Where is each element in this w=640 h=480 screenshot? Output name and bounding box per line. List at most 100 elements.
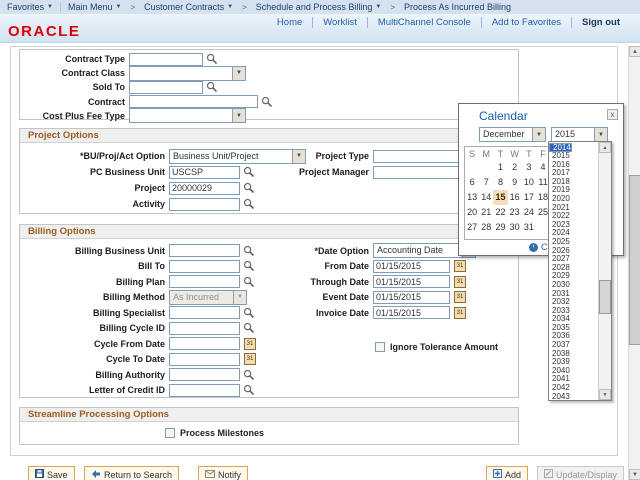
breadcrumb-item-favorites[interactable]: Favorites▼ <box>0 0 60 14</box>
billing-business-unit-input[interactable] <box>169 244 240 257</box>
cycle-to-date-input[interactable] <box>169 353 240 366</box>
billing-cycle-id-label: Billing Cycle ID <box>20 323 169 333</box>
calendar-icon[interactable]: 31 <box>454 291 466 303</box>
calendar-day[interactable]: 22 <box>493 205 507 220</box>
lookup-icon[interactable] <box>243 166 255 178</box>
calendar-day-selected[interactable]: 15 <box>493 190 507 205</box>
lookup-icon[interactable] <box>243 245 255 257</box>
lookup-icon[interactable] <box>261 96 273 108</box>
calendar-day[interactable]: 24 <box>522 205 536 220</box>
calendar-day[interactable]: 31 <box>522 220 536 235</box>
oracle-logo: ORACLE <box>8 23 80 40</box>
nav-multichannel-console[interactable]: MultiChannel Console <box>367 17 481 28</box>
nav-worklist[interactable]: Worklist <box>312 17 367 28</box>
lookup-icon[interactable] <box>243 276 255 288</box>
calendar-day[interactable]: 28 <box>479 220 493 235</box>
chevron-down-icon[interactable]: ▼ <box>594 128 607 141</box>
lookup-icon[interactable] <box>243 260 255 272</box>
scroll-down-icon[interactable]: ▼ <box>599 389 611 400</box>
event-date-input[interactable]: 01/15/2015 <box>373 291 450 304</box>
calendar-day[interactable]: 14 <box>479 190 493 205</box>
month-select[interactable]: December ▼ <box>479 127 546 142</box>
project-input[interactable]: 20000029 <box>169 182 240 195</box>
calendar-day[interactable]: 8 <box>493 175 507 190</box>
breadcrumb-item-schedule-and-process-billing[interactable]: Schedule and Process Billing▼ <box>249 0 389 14</box>
lookup-icon[interactable] <box>206 53 218 65</box>
calendar-day[interactable]: 23 <box>508 205 522 220</box>
bill-to-input[interactable] <box>169 260 240 273</box>
pc-business-unit-input[interactable]: USCSP <box>169 166 240 179</box>
breadcrumb: Favorites▼Main Menu▼>Customer Contracts▼… <box>0 0 640 14</box>
calendar-day[interactable]: 6 <box>465 175 479 190</box>
current-date-icon[interactable]: ‹ <box>529 243 538 252</box>
nav-sign-out[interactable]: Sign out <box>571 17 630 28</box>
lookup-icon[interactable] <box>243 307 255 319</box>
close-icon[interactable]: x <box>607 109 618 120</box>
calendar-day[interactable]: 7 <box>479 175 493 190</box>
nav-home[interactable]: Home <box>267 17 312 28</box>
calendar-icon[interactable]: 31 <box>454 260 466 272</box>
notify-button[interactable]: Notify <box>198 466 248 480</box>
contract-type-input[interactable] <box>129 53 203 66</box>
year-list-scrollbar[interactable]: ▲ ▼ <box>598 142 611 400</box>
lookup-icon[interactable] <box>206 81 218 93</box>
year-list-scrollbar-thumb[interactable] <box>599 280 611 314</box>
page-scrollbar[interactable]: ▲ ▼ <box>628 46 640 480</box>
calendar-day[interactable]: 27 <box>465 220 479 235</box>
invoice-date-input[interactable]: 01/15/2015 <box>373 306 450 319</box>
billing-plan-input[interactable] <box>169 275 240 288</box>
calendar-day[interactable]: 21 <box>479 205 493 220</box>
through-date-input[interactable]: 01/15/2015 <box>373 275 450 288</box>
from-date-input[interactable]: 01/15/2015 <box>373 260 450 273</box>
nav-add-to-favorites[interactable]: Add to Favorites <box>481 17 571 28</box>
letter-of-credit-id-input[interactable] <box>169 384 240 397</box>
year-option-2043[interactable]: 2043 <box>549 393 599 400</box>
calendar-day[interactable]: 3 <box>522 160 536 175</box>
activity-input[interactable] <box>169 198 240 211</box>
scroll-down-icon[interactable]: ▼ <box>629 469 640 480</box>
lookup-icon[interactable] <box>243 198 255 210</box>
calendar-icon[interactable]: 31 <box>244 353 256 365</box>
billing-authority-input[interactable] <box>169 368 240 381</box>
sold-to-input[interactable] <box>129 81 203 94</box>
contract-class-select[interactable]: ▼ <box>129 66 246 81</box>
return-to-search-button[interactable]: Return to Search <box>84 466 179 480</box>
calendar-day[interactable]: 30 <box>508 220 522 235</box>
breadcrumb-item-main-menu[interactable]: Main Menu▼ <box>61 0 128 14</box>
calendar-day[interactable]: 13 <box>465 190 479 205</box>
chevron-down-icon[interactable]: ▼ <box>232 109 245 122</box>
page-scrollbar-thumb[interactable] <box>629 175 640 345</box>
calendar-day[interactable]: 29 <box>493 220 507 235</box>
billing-specialist-input[interactable] <box>169 306 240 319</box>
calendar-day[interactable]: 16 <box>508 190 522 205</box>
breadcrumb-item-customer-contracts[interactable]: Customer Contracts▼ <box>137 0 240 14</box>
chevron-down-icon[interactable]: ▼ <box>532 128 545 141</box>
year-select[interactable]: 2015 ▼ <box>551 127 608 142</box>
day-header: W <box>508 147 522 160</box>
lookup-icon[interactable] <box>243 384 255 396</box>
breadcrumb-item-process-as-incurred-billing[interactable]: Process As Incurred Billing <box>397 0 518 14</box>
calendar-day[interactable]: 10 <box>522 175 536 190</box>
cycle-from-date-input[interactable] <box>169 337 240 350</box>
process-milestones-checkbox[interactable] <box>165 428 175 438</box>
calendar-day[interactable]: 2 <box>508 160 522 175</box>
cost-plus-fee-type-select[interactable]: ▼ <box>129 108 246 123</box>
add-button[interactable]: Add <box>486 466 528 480</box>
lookup-icon[interactable] <box>243 182 255 194</box>
chevron-down-icon[interactable]: ▼ <box>232 67 245 80</box>
lookup-icon[interactable] <box>243 369 255 381</box>
scroll-up-icon[interactable]: ▲ <box>629 46 640 57</box>
billing-cycle-id-input[interactable] <box>169 322 240 335</box>
calendar-icon[interactable]: 31 <box>454 276 466 288</box>
scroll-up-icon[interactable]: ▲ <box>599 142 611 153</box>
ignore-tolerance-checkbox[interactable] <box>375 342 385 352</box>
calendar-day[interactable]: 20 <box>465 205 479 220</box>
calendar-day[interactable]: 9 <box>508 175 522 190</box>
calendar-day[interactable]: 17 <box>522 190 536 205</box>
calendar-day[interactable]: 1 <box>493 160 507 175</box>
save-button[interactable]: Save <box>28 466 75 480</box>
date-option-select-value: Accounting Date <box>374 244 462 257</box>
calendar-icon[interactable]: 31 <box>454 307 466 319</box>
lookup-icon[interactable] <box>243 322 255 334</box>
contract-input[interactable] <box>129 95 258 108</box>
